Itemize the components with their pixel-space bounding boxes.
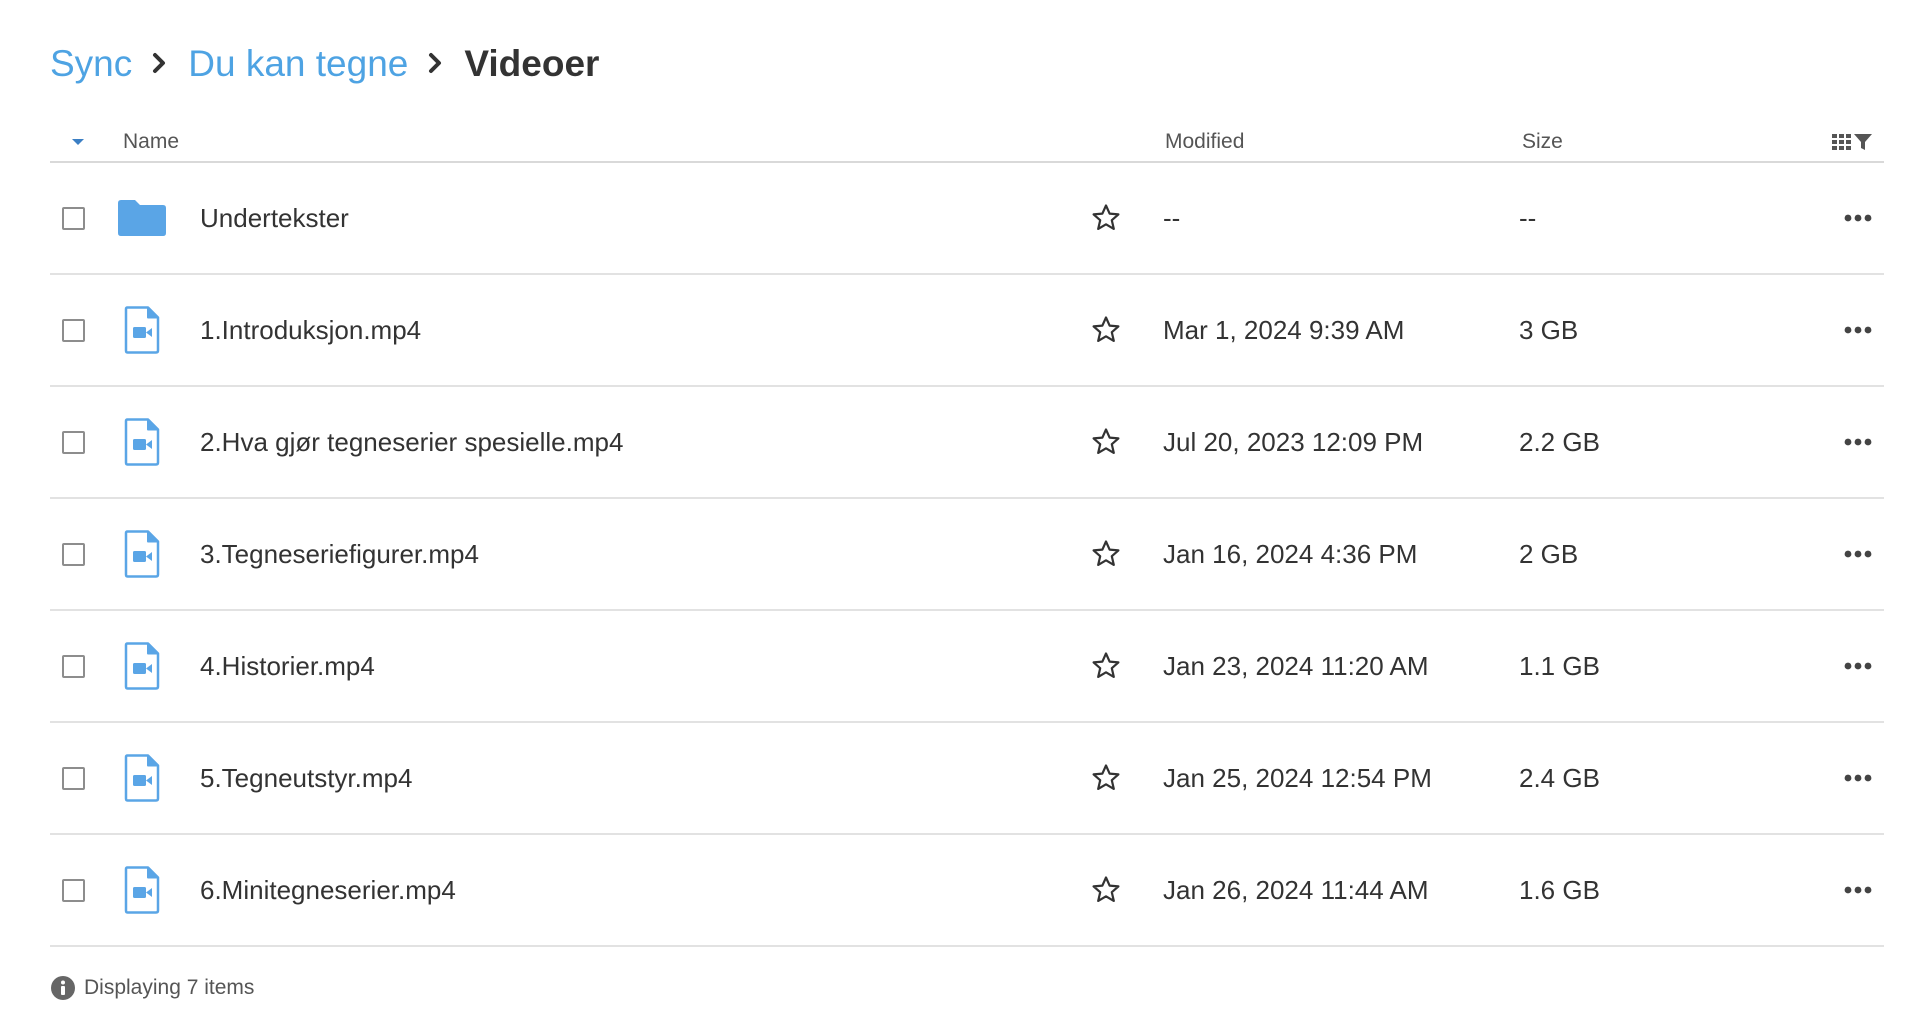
file-name[interactable]: 6.Minitegneserier.mp4 <box>200 835 456 945</box>
breadcrumb: Sync Du kan tegne Videoer <box>50 0 1870 124</box>
column-header-modified[interactable]: Modified <box>1165 124 1244 160</box>
file-size: 2 GB <box>1519 538 1579 569</box>
table-header: Name Modified Size <box>50 124 1884 163</box>
row-checkbox-cell <box>62 723 86 833</box>
star-outline-icon[interactable] <box>1090 611 1122 721</box>
table-row[interactable]: 1.Introduksjon.mp4 Mar 1, 2024 9:39 AM 3… <box>50 275 1884 387</box>
star-outline-icon[interactable] <box>1090 723 1122 833</box>
file-type-icon-cell <box>115 387 169 497</box>
file-size: 2.2 GB <box>1519 426 1600 457</box>
file-type-icon-cell <box>115 499 169 609</box>
row-checkbox-cell <box>62 387 86 497</box>
sort-caret-down-icon[interactable] <box>64 124 92 160</box>
table-row[interactable]: 2.Hva gjør tegneserier spesielle.mp4 Jul… <box>50 387 1884 499</box>
file-type-icon-cell <box>115 835 169 945</box>
file-name[interactable]: Undertekster <box>200 163 349 273</box>
file-type-icon-cell <box>115 275 169 385</box>
chevron-right-icon <box>408 43 464 83</box>
file-modified: Jan 23, 2024 11:20 AM <box>1163 650 1429 681</box>
file-modified: Jan 26, 2024 11:44 AM <box>1163 874 1429 905</box>
file-browser-page: Sync Du kan tegne Videoer Name Modified … <box>0 0 1920 1014</box>
chevron-right-icon <box>132 43 188 83</box>
row-checkbox[interactable] <box>62 878 85 902</box>
row-checkbox[interactable] <box>62 318 85 342</box>
column-header-size[interactable]: Size <box>1522 124 1563 160</box>
file-name[interactable]: 3.Tegneseriefigurer.mp4 <box>200 499 479 609</box>
file-type-icon-cell <box>115 163 169 273</box>
video-file-icon <box>124 754 160 802</box>
more-horizontal-icon[interactable] <box>1840 611 1876 721</box>
file-modified: Jan 16, 2024 4:36 PM <box>1163 538 1418 569</box>
table-body: Undertekster -- -- 1.Introduksjon.mp4 Ma… <box>50 163 1884 947</box>
video-file-icon <box>124 306 160 354</box>
file-table: Name Modified Size Undertekster -- -- 1.… <box>50 124 1884 947</box>
video-file-icon <box>124 530 160 578</box>
status-text: Displaying 7 items <box>84 976 255 999</box>
file-size: 1.1 GB <box>1519 650 1600 681</box>
table-row[interactable]: 3.Tegneseriefigurer.mp4 Jan 16, 2024 4:3… <box>50 499 1884 611</box>
star-outline-icon[interactable] <box>1090 163 1122 273</box>
file-modified: Jan 25, 2024 12:54 PM <box>1163 762 1432 793</box>
star-outline-icon[interactable] <box>1090 835 1122 945</box>
file-type-icon-cell <box>115 611 169 721</box>
folder-icon <box>118 200 166 236</box>
star-outline-icon[interactable] <box>1090 499 1122 609</box>
table-row[interactable]: Undertekster -- -- <box>50 163 1884 275</box>
row-checkbox-cell <box>62 163 86 273</box>
file-size: 3 GB <box>1519 314 1579 345</box>
table-row[interactable]: 5.Tegneutstyr.mp4 Jan 25, 2024 12:54 PM … <box>50 723 1884 835</box>
info-icon <box>51 976 75 1000</box>
row-checkbox[interactable] <box>62 766 85 790</box>
row-checkbox[interactable] <box>62 654 85 678</box>
column-filter-icon[interactable] <box>1830 124 1874 160</box>
row-checkbox-cell <box>62 275 86 385</box>
video-file-icon <box>124 866 160 914</box>
row-checkbox-cell <box>62 835 86 945</box>
more-horizontal-icon[interactable] <box>1840 835 1876 945</box>
row-checkbox-cell <box>62 611 86 721</box>
file-size: 1.6 GB <box>1519 874 1600 905</box>
breadcrumb-current: Videoer <box>464 42 600 84</box>
video-file-icon <box>124 418 160 466</box>
file-size: -- <box>1519 202 1537 233</box>
breadcrumb-item-du-kan-tegne[interactable]: Du kan tegne <box>188 45 408 82</box>
file-size: 2.4 GB <box>1519 762 1600 793</box>
video-file-icon <box>124 642 160 690</box>
status-bar: Displaying 7 items <box>50 975 1870 1001</box>
table-row[interactable]: 6.Minitegneserier.mp4 Jan 26, 2024 11:44… <box>50 835 1884 947</box>
file-modified: -- <box>1163 202 1181 233</box>
row-checkbox[interactable] <box>62 430 85 454</box>
file-modified: Mar 1, 2024 9:39 AM <box>1163 314 1405 345</box>
star-outline-icon[interactable] <box>1090 387 1122 497</box>
file-name[interactable]: 1.Introduksjon.mp4 <box>200 275 421 385</box>
star-outline-icon[interactable] <box>1090 275 1122 385</box>
file-name[interactable]: 2.Hva gjør tegneserier spesielle.mp4 <box>200 387 623 497</box>
more-horizontal-icon[interactable] <box>1840 499 1876 609</box>
breadcrumb-item-sync[interactable]: Sync <box>50 45 132 82</box>
more-horizontal-icon[interactable] <box>1840 275 1876 385</box>
table-row[interactable]: 4.Historier.mp4 Jan 23, 2024 11:20 AM 1.… <box>50 611 1884 723</box>
more-horizontal-icon[interactable] <box>1840 387 1876 497</box>
column-header-name[interactable]: Name <box>123 124 179 160</box>
row-checkbox[interactable] <box>62 206 85 230</box>
file-name[interactable]: 4.Historier.mp4 <box>200 611 375 721</box>
file-type-icon-cell <box>115 723 169 833</box>
more-horizontal-icon[interactable] <box>1840 163 1876 273</box>
row-checkbox[interactable] <box>62 542 85 566</box>
file-name[interactable]: 5.Tegneutstyr.mp4 <box>200 723 412 833</box>
file-modified: Jul 20, 2023 12:09 PM <box>1163 426 1424 457</box>
more-horizontal-icon[interactable] <box>1840 723 1876 833</box>
row-checkbox-cell <box>62 499 86 609</box>
